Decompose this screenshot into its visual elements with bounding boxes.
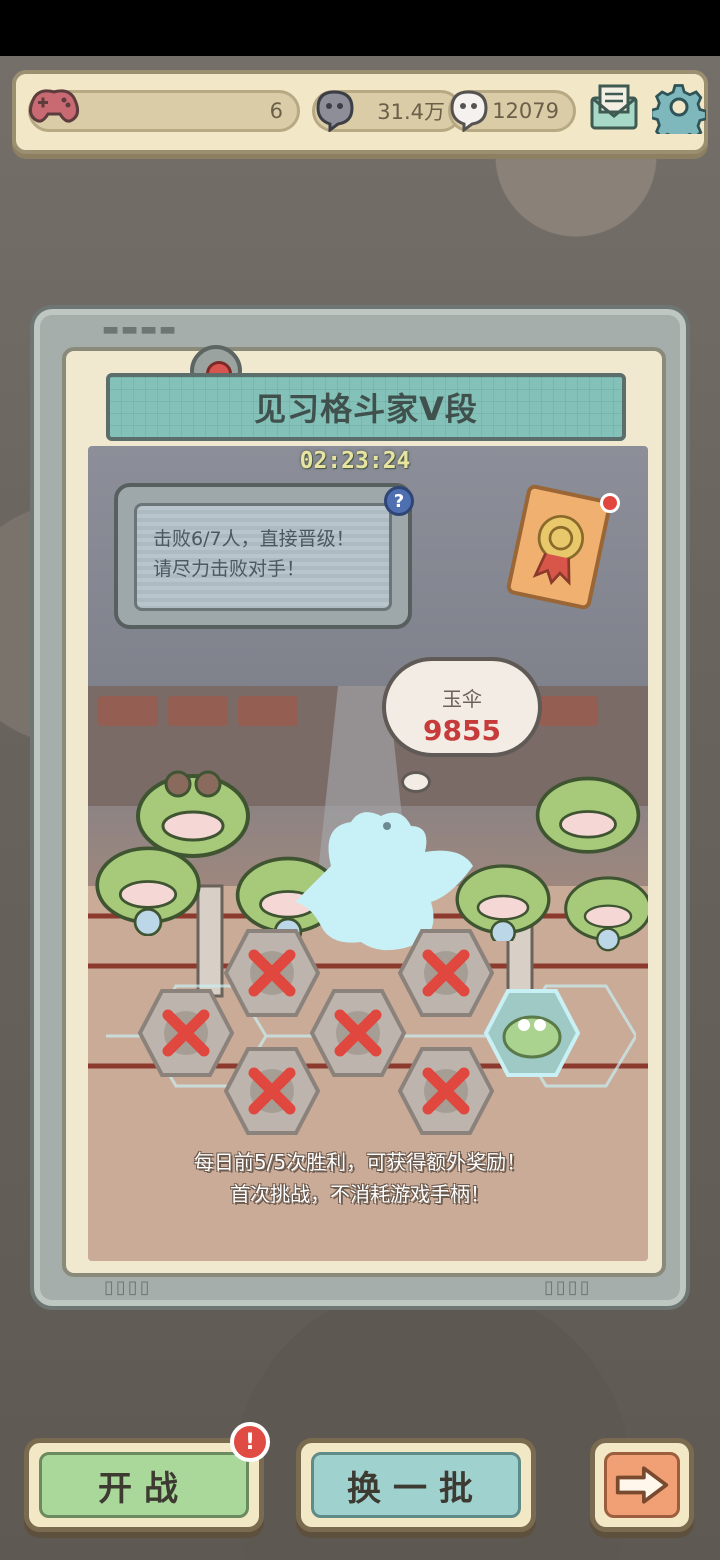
start-fight-button[interactable]: 开战	[24, 1438, 264, 1532]
season-timer: 02:23:24	[299, 448, 411, 474]
defeated-opponent-slot	[397, 1045, 495, 1137]
help-icon[interactable]: ?	[384, 486, 414, 516]
resource-bar: 6 31.4万 12079	[12, 70, 708, 154]
alert-badge: !	[230, 1422, 270, 1462]
defeated-opponent-slot	[223, 1045, 321, 1137]
bubble-tail	[401, 771, 431, 793]
hint-line-1: 击败6/7人，直接晋级！	[153, 528, 355, 550]
gear-icon[interactable]	[652, 80, 706, 134]
opponent-name: 玉伞	[442, 687, 482, 711]
hint-monitor: 击败6/7人，直接晋级！ 请尽力击败对手！	[114, 483, 412, 629]
gamepad-icon[interactable]	[26, 84, 82, 128]
reward-note-1: 每日前5/5次胜利，可获得额外奖励！	[193, 1150, 527, 1174]
frame-lights: ▬▬▬▬	[102, 319, 179, 340]
rank-title: 见习格斗家V段	[106, 373, 626, 441]
hint-line-2: 请尽力击败对手！	[153, 558, 306, 580]
defeated-opponent-slot	[397, 927, 495, 1019]
mail-icon[interactable]	[588, 82, 640, 134]
refresh-label: 换一批	[311, 1452, 521, 1518]
start-fight-label: 开战	[39, 1452, 249, 1518]
arrow-right-icon	[615, 1466, 669, 1504]
current-opponent-slot[interactable]	[483, 987, 581, 1079]
opponent-score: 9855	[423, 714, 501, 747]
soul-count: 12079	[492, 99, 559, 123]
reward-notes: 每日前5/5次胜利，可获得额外奖励！ 首次挑战，不消耗游戏手柄！	[60, 1146, 660, 1210]
ghost-coin-icon	[316, 90, 354, 132]
panel-inner: 击败6/7人，直接晋级！ 请尽力击败对手！ ? 玉伞 9855	[62, 347, 666, 1277]
frame-vents-right: ▯▯▯▯	[544, 1277, 592, 1298]
medal-icon	[532, 515, 585, 586]
defeated-opponent-slot	[309, 987, 407, 1079]
opponent-bubble: 玉伞 9855	[382, 657, 542, 757]
frame-vents-left: ▯▯▯▯	[104, 1277, 152, 1298]
coin-count: 31.4万	[377, 100, 445, 124]
defeated-opponent-slot	[223, 927, 321, 1019]
refresh-opponents-button[interactable]: 换一批	[296, 1438, 536, 1532]
gamepad-count: 6	[269, 99, 283, 123]
frog-spectator	[95, 846, 201, 936]
soul-icon	[450, 90, 488, 132]
hint-screen: 击败6/7人，直接晋级！ 请尽力击败对手！	[134, 503, 392, 611]
defeated-opponent-slot	[137, 987, 235, 1079]
status-bar	[0, 0, 720, 56]
next-arrow-button[interactable]	[590, 1438, 694, 1532]
reward-note-2: 首次挑战，不消耗游戏手柄！	[230, 1182, 490, 1206]
notification-dot	[600, 493, 620, 513]
